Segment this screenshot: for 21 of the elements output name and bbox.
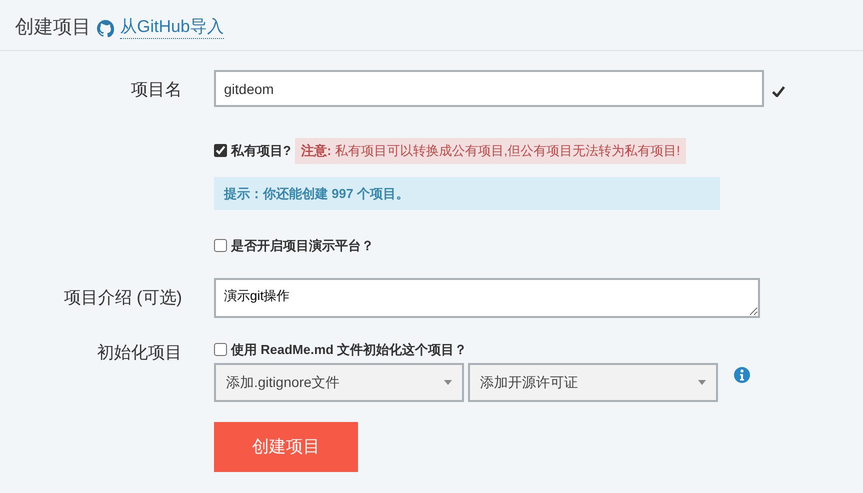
private-checkbox[interactable]: [214, 144, 227, 158]
info-icon[interactable]: [734, 366, 750, 382]
dropdown[interactable]: 添加.gitignore文件: [214, 363, 464, 402]
description-field[interactable]: 演示git操作: [214, 278, 760, 318]
field-label: 项目介绍 (可选): [62, 286, 182, 308]
page-title: 创建项目: [15, 16, 91, 40]
checkbox-label: 是否开启项目演示平台？: [231, 237, 374, 255]
hint-message: 提示：你还能创建 997 个项目。: [214, 176, 720, 210]
caret-icon: [444, 380, 452, 385]
dropdown[interactable]: 添加开源许可证: [468, 363, 718, 402]
caret-icon: [698, 380, 706, 385]
import-link[interactable]: 从GitHub导入: [120, 17, 224, 39]
demo-checkbox[interactable]: [214, 239, 227, 252]
checkbox-label: 使用 ReadMe.md 文件初始化这个项目？: [231, 340, 468, 358]
github-icon: [97, 20, 114, 36]
warning-message: 注意: 私有项目可以转换成公有项目,但公有项目无法转为私有项目!: [294, 138, 686, 164]
project-name-field[interactable]: gitdeom: [214, 70, 764, 107]
readme-checkbox[interactable]: [214, 342, 227, 356]
checkbox-label: 私有项目?: [231, 142, 291, 160]
field-label: 初始化项目: [96, 342, 182, 364]
field-label: 项目名: [130, 79, 182, 101]
